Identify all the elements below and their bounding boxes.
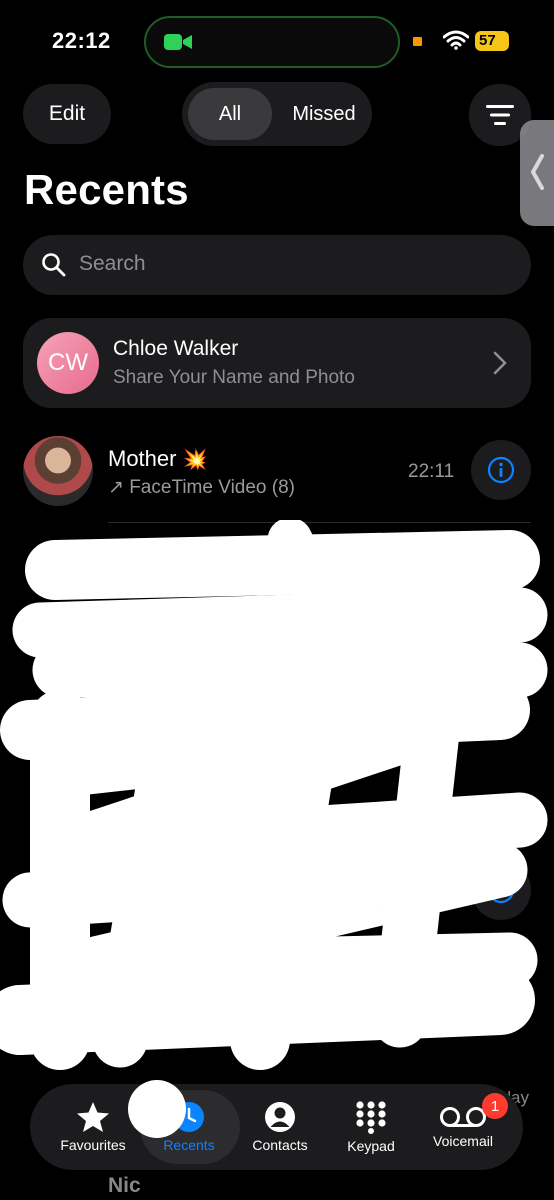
segment-missed[interactable]: Missed bbox=[282, 88, 366, 140]
star-icon bbox=[77, 1102, 109, 1132]
recent-call-type: ↗ FaceTime Video (8) bbox=[108, 477, 295, 498]
card-name: Chloe Walker bbox=[113, 337, 239, 360]
recent-call-time: 22:11 bbox=[408, 461, 455, 482]
contact-name-text: Nic bbox=[108, 1174, 141, 1197]
recent-contact-name[interactable]: Mother 💥 bbox=[108, 446, 208, 472]
tab-bar: Favourites Recents Contacts Keypad Voice… bbox=[30, 1084, 523, 1170]
info-button[interactable] bbox=[471, 440, 531, 500]
mic-indicator-icon bbox=[413, 37, 422, 46]
side-pull-tab[interactable] bbox=[520, 120, 554, 226]
search-input[interactable]: Search bbox=[23, 235, 531, 295]
info-icon bbox=[487, 456, 515, 484]
chevron-right-icon bbox=[493, 351, 507, 375]
tab-keypad[interactable]: Keypad bbox=[326, 1084, 416, 1170]
tab-label: Recents bbox=[163, 1137, 215, 1153]
card-subtitle: Share Your Name and Photo bbox=[113, 367, 355, 388]
dynamic-island[interactable] bbox=[144, 16, 400, 68]
wifi-icon bbox=[443, 30, 469, 50]
tab-label: Favourites bbox=[60, 1137, 126, 1153]
search-icon bbox=[42, 253, 66, 277]
page-title: Recents bbox=[24, 166, 189, 213]
redaction-scribble bbox=[0, 520, 548, 1070]
battery-level: 57 bbox=[479, 32, 496, 49]
segment-all[interactable]: All bbox=[188, 88, 272, 140]
filter-segmented-control: All Missed bbox=[182, 82, 372, 146]
contact-emoji: 💥 bbox=[182, 449, 208, 471]
share-name-photo-card[interactable]: CW Chloe Walker Share Your Name and Phot… bbox=[23, 318, 531, 408]
voicemail-icon bbox=[440, 1107, 486, 1127]
chevron-left-icon bbox=[530, 154, 544, 190]
keypad-icon bbox=[356, 1101, 386, 1134]
status-time: 22:12 bbox=[52, 28, 111, 53]
tab-contacts[interactable]: Contacts bbox=[235, 1084, 325, 1170]
voicemail-badge: 1 bbox=[482, 1093, 508, 1119]
tab-label: Contacts bbox=[252, 1137, 308, 1153]
edit-button[interactable]: Edit bbox=[23, 84, 111, 144]
contact-avatar[interactable] bbox=[23, 436, 93, 506]
tab-favourites[interactable]: Favourites bbox=[48, 1084, 138, 1170]
person-circle-icon bbox=[265, 1102, 295, 1132]
list-item-name: Nic bbox=[108, 1174, 141, 1198]
battery-indicator: 57 bbox=[475, 31, 509, 51]
redaction-scribble bbox=[128, 1080, 186, 1138]
avatar: CW bbox=[37, 332, 99, 394]
line-decrease-icon bbox=[486, 105, 514, 125]
search-placeholder: Search bbox=[79, 252, 146, 275]
contact-name-text: Mother bbox=[108, 446, 177, 471]
tab-label: Voicemail bbox=[433, 1133, 493, 1149]
tab-label: Keypad bbox=[347, 1138, 395, 1154]
facetime-camera-icon bbox=[164, 34, 192, 50]
